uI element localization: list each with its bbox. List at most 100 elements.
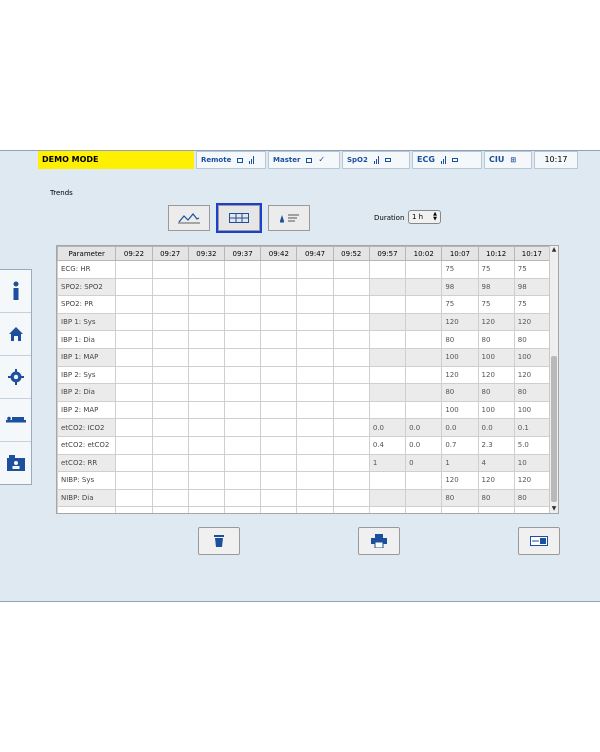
value-cell <box>223 330 262 349</box>
table-row[interactable]: NIBP: Dia 80 80 80 <box>57 488 551 508</box>
scroll-down-arrow-icon[interactable]: ▼ <box>551 506 557 512</box>
table-row[interactable]: NIBP: MAP100100100 <box>57 506 551 513</box>
value-cell <box>223 347 262 367</box>
value-cell <box>296 435 334 455</box>
value-cell <box>223 506 262 513</box>
parameter-cell: ECG: HR <box>57 260 117 279</box>
info-button[interactable] <box>0 270 31 313</box>
value-cell <box>187 365 226 385</box>
table-row[interactable]: IBP 2: MAP 100 100 100 <box>57 400 551 420</box>
value-cell <box>368 347 407 367</box>
value-cell: 10 <box>513 453 551 473</box>
ciu-label: CIU <box>489 155 505 164</box>
value-cell <box>187 330 226 349</box>
value-cell <box>332 383 370 402</box>
value-cell: 4 <box>477 453 515 473</box>
print-button[interactable] <box>358 527 400 555</box>
spo2-label: SpO2 <box>347 156 368 164</box>
value-cell <box>223 365 262 385</box>
table-row[interactable]: IBP 1: Sys 120 120 120 <box>57 312 551 332</box>
value-cell <box>115 435 153 455</box>
delete-button[interactable] <box>198 527 240 555</box>
ecg-status[interactable]: ECG <box>412 151 482 169</box>
table-row[interactable]: IBP 2: Dia 80 80 80 <box>57 383 551 402</box>
table-row[interactable]: IBP 1: MAP 100 100 100 <box>57 347 551 367</box>
value-cell <box>405 471 443 490</box>
value-cell <box>332 400 370 420</box>
value-cell: 0.0 <box>368 418 407 437</box>
scroll-up-arrow-icon[interactable]: ▲ <box>551 247 557 253</box>
value-cell <box>332 295 370 314</box>
home-button[interactable] <box>0 313 31 356</box>
table-row[interactable]: etCO2: RR 1 0 1 4 10 <box>57 453 551 473</box>
value-cell <box>187 277 226 297</box>
value-cell <box>296 506 334 513</box>
value-cell <box>332 330 370 349</box>
master-status[interactable]: Master ✓ <box>268 151 340 169</box>
value-cell <box>368 312 407 332</box>
value-cell: 120 <box>477 312 515 332</box>
value-cell <box>187 488 226 508</box>
value-cell <box>260 400 298 420</box>
scrollbar-thumb[interactable] <box>551 356 557 502</box>
value-cell: 120 <box>441 365 479 385</box>
patient-bed-icon <box>5 416 26 423</box>
value-cell <box>296 400 334 420</box>
trends-table[interactable]: Parameter 09:22 09:27 09:32 09:37 09:42 09:47 0… <box>56 245 559 514</box>
value-cell <box>368 295 407 314</box>
vertical-scrollbar[interactable]: ▲ ▼ <box>549 246 558 513</box>
ciu-status[interactable]: CIU ⊞ <box>484 151 532 169</box>
value-cell <box>223 471 262 490</box>
duration-label: Duration <box>374 214 405 222</box>
export-button[interactable] <box>518 527 560 555</box>
table-row[interactable]: NIBP: Sys 120 120 120 <box>57 471 551 490</box>
column-header-time: 09:37 <box>223 246 262 261</box>
value-cell <box>405 295 443 314</box>
clock: 10:17 <box>534 151 578 169</box>
value-cell: 98 <box>441 277 479 297</box>
duration-value: 1 h <box>412 213 424 221</box>
value-cell <box>223 418 262 437</box>
parameter-cell: etCO2: ICO2 <box>57 418 117 437</box>
value-cell <box>151 488 189 508</box>
table-row[interactable]: SPO2: PR 75 75 75 <box>57 295 551 314</box>
table-row[interactable]: SPO2: SPO2 98 98 98 <box>57 277 551 297</box>
graph-view-button[interactable] <box>168 205 210 231</box>
value-cell: 80 <box>441 488 479 508</box>
signal-icon <box>440 156 446 164</box>
value-cell: 98 <box>477 277 515 297</box>
column-header-time: 09:52 <box>332 246 370 261</box>
value-cell: 80 <box>477 330 515 349</box>
value-cell <box>332 488 370 508</box>
table-view-button[interactable] <box>216 203 262 233</box>
table-row[interactable]: etCO2: ICO2 0.0 0.0 0.0 0.0 0.1 <box>57 418 551 437</box>
value-cell <box>296 330 334 349</box>
value-cell <box>223 435 262 455</box>
value-cell <box>296 365 334 385</box>
value-cell <box>332 365 370 385</box>
left-sidebar <box>0 269 32 485</box>
value-cell <box>223 312 262 332</box>
patient-data-button[interactable] <box>0 442 31 484</box>
spo2-status[interactable]: SpO2 <box>342 151 410 169</box>
value-cell: 75 <box>513 295 551 314</box>
parameter-cell: IBP 2: MAP <box>57 400 117 420</box>
table-row[interactable]: IBP 2: Sys 120 120 120 <box>57 365 551 385</box>
patient-button[interactable] <box>0 399 31 442</box>
value-cell <box>187 312 226 332</box>
duration-select[interactable]: 1 h ▲ ▼ <box>408 210 441 224</box>
parameter-cell: IBP 2: Dia <box>57 383 117 402</box>
value-cell <box>260 383 298 402</box>
ecg-label: ECG <box>417 155 435 164</box>
remote-status[interactable]: Remote <box>196 151 266 169</box>
export-icon <box>530 536 548 546</box>
value-cell: 0.0 <box>477 418 515 437</box>
table-row[interactable]: ECG: HR 75 75 75 <box>57 260 551 279</box>
table-row[interactable]: etCO2: etCO2 0.4 0.0 0.7 2.3 5.0 <box>57 435 551 455</box>
value-cell <box>151 418 189 437</box>
value-cell <box>296 312 334 332</box>
alarm-list-button[interactable] <box>268 205 310 231</box>
settings-button[interactable] <box>0 356 31 399</box>
value-cell <box>405 312 443 332</box>
table-row[interactable]: IBP 1: Dia 80 80 80 <box>57 330 551 349</box>
